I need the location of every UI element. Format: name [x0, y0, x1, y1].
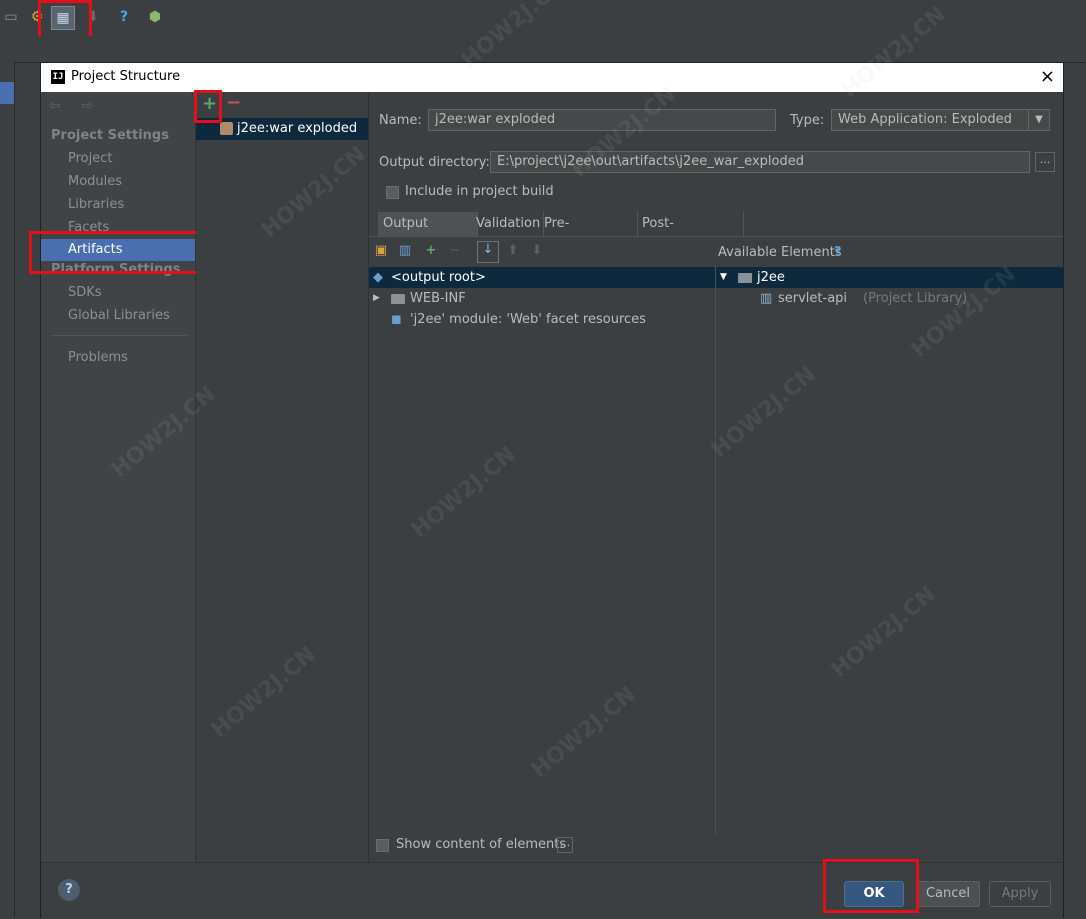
cancel-button[interactable]: Cancel — [916, 881, 980, 907]
show-content-checkbox[interactable] — [376, 839, 389, 852]
name-label: Name: — [379, 113, 422, 128]
tree-row-j2ee[interactable]: ▼ j2ee — [716, 267, 1063, 288]
nav-item-project[interactable]: Project — [41, 148, 195, 170]
tab-validation[interactable]: Validation — [471, 212, 544, 236]
output-layout-panel: ▣ ▥ + − ↓ ⬆ ⬇ Available Elements ? ◆ <ou… — [369, 236, 1063, 863]
move-up-icon[interactable]: ⬆ — [505, 243, 521, 259]
type-select-value: Web Application: Exploded — [838, 112, 1012, 127]
remove-artifact-icon[interactable]: − — [226, 92, 241, 113]
tree-row-suffix: (Project Library) — [863, 291, 968, 306]
output-tree: ◆ <output root> ▶ WEB-INF ◼ 'j2ee' modul… — [369, 265, 716, 835]
nav-item-modules[interactable]: Modules — [41, 171, 195, 193]
name-field[interactable]: j2ee:war exploded — [428, 109, 776, 131]
tree-row-facet-resources[interactable]: ◼ 'j2ee' module: 'Web' facet resources — [369, 309, 715, 330]
tree-row-servlet-api[interactable]: ▥ servlet-api (Project Library) — [716, 288, 1063, 309]
tree-row-web-inf[interactable]: ▶ WEB-INF — [369, 288, 715, 309]
intellij-icon: IJ — [51, 70, 65, 84]
available-elements-tree: ▼ j2ee ▥ servlet-api (Project Library) — [716, 265, 1063, 835]
show-content-label: Show content of elements — [396, 837, 567, 852]
tree-row-label: 'j2ee' module: 'Web' facet resources — [410, 312, 646, 327]
artifact-list-panel: + − j2ee:war exploded — [196, 92, 369, 862]
archive-icon[interactable]: ▥ — [397, 243, 413, 259]
help-icon[interactable]: ? — [113, 6, 135, 28]
tree-row-label: <output root> — [391, 270, 486, 285]
nav-item-libraries[interactable]: Libraries — [41, 194, 195, 216]
ide-left-strip — [0, 62, 15, 918]
include-build-label: Include in project build — [405, 184, 554, 199]
include-build-checkbox[interactable] — [386, 186, 399, 199]
web-facet-icon: ◼ — [391, 312, 402, 327]
output-root-icon: ◆ — [373, 270, 383, 285]
available-elements-help-icon[interactable]: ? — [834, 245, 842, 260]
tree-row-label: j2ee — [757, 270, 785, 285]
project-settings-header: Project Settings — [51, 128, 169, 143]
nav-item-problems[interactable]: Problems — [41, 347, 195, 369]
library-icon: ▥ — [760, 291, 773, 306]
tab-post-processing[interactable]: Post-processing — [637, 212, 744, 255]
apply-button[interactable]: Apply — [989, 881, 1051, 907]
nav-item-global-libraries[interactable]: Global Libraries — [41, 305, 195, 327]
dialog-title: Project Structure — [71, 69, 181, 84]
toolbar-icon-4[interactable]: ⬢ — [144, 6, 166, 28]
tree-row-output-root[interactable]: ◆ <output root> — [369, 267, 715, 288]
available-elements-label: Available Elements — [718, 245, 842, 260]
highlight-box-add — [194, 90, 222, 123]
artifact-item-label: j2ee:war exploded — [237, 121, 358, 136]
tree-row-label: WEB-INF — [410, 291, 466, 306]
dialog-titlebar: IJ Project Structure × — [41, 63, 1063, 92]
collapse-arrow-icon[interactable]: ▼ — [720, 267, 727, 288]
nav-item-sdks[interactable]: SDKs — [41, 282, 195, 304]
browse-button[interactable]: ... — [1035, 152, 1055, 172]
nav-divider — [51, 335, 187, 336]
layout-toolbar: ▣ ▥ + − ↓ ⬆ ⬇ Available Elements ? — [369, 241, 1063, 263]
tab-output-layout[interactable]: Output Layout — [378, 212, 478, 255]
close-icon[interactable]: × — [1040, 66, 1055, 87]
toolbar-icon-1[interactable]: ▭ — [0, 6, 22, 28]
project-structure-dialog: IJ Project Structure × ⇦ ⇨ Project Setti… — [29, 62, 1064, 919]
expand-arrow-icon[interactable]: ▶ — [373, 288, 380, 309]
move-down-icon[interactable]: ⬇ — [529, 243, 545, 259]
type-select[interactable]: Web Application: Exploded ▼ — [831, 109, 1050, 131]
output-directory-field[interactable]: E:\project\j2ee\out\artifacts\j2ee_war_e… — [490, 151, 1030, 173]
remove-icon[interactable]: − — [447, 243, 463, 259]
help-button[interactable]: ? — [58, 879, 80, 901]
back-forward-icons[interactable]: ⇦ ⇨ — [49, 98, 101, 114]
ide-secondary-bar — [0, 36, 1086, 63]
highlight-box-artifacts — [29, 231, 219, 274]
folder-icon — [391, 288, 409, 309]
type-label: Type: — [790, 113, 825, 128]
war-artifact-icon — [220, 122, 233, 135]
ide-toolbar: ▭ ⚙ ▦ ⬇ ? ⬢ — [0, 0, 1086, 37]
sort-icon[interactable]: ↓ — [477, 241, 499, 263]
module-folder-icon — [738, 267, 756, 288]
settings-nav: ⇦ ⇨ Project Settings Project Modules Lib… — [41, 92, 196, 862]
show-content-options-button[interactable]: ... — [557, 837, 573, 853]
highlight-box-ok — [823, 859, 919, 913]
tab-pre-processing[interactable]: Pre-processing — [539, 212, 638, 255]
tree-row-label: servlet-api — [778, 291, 848, 306]
new-folder-icon[interactable]: ▣ — [373, 243, 389, 259]
output-directory-label: Output directory: — [379, 155, 490, 170]
chevron-down-icon: ▼ — [1028, 110, 1049, 130]
add-icon[interactable]: + — [423, 243, 439, 259]
